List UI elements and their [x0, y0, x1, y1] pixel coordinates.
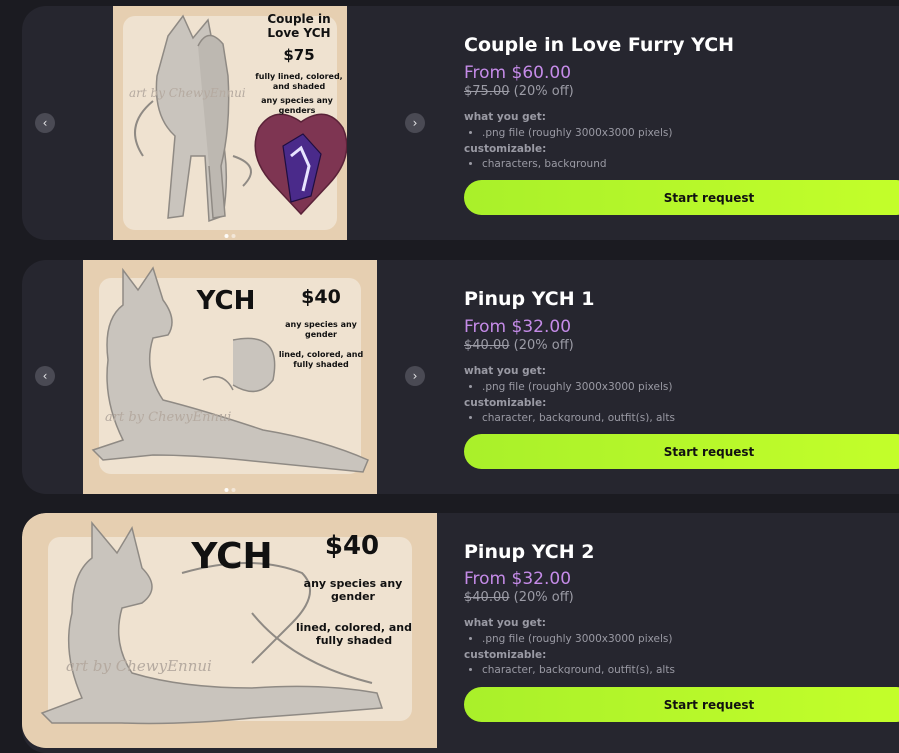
- price-original: $75.00 (20% off): [464, 84, 574, 99]
- art-heading: YCH: [191, 536, 273, 577]
- product-description: what you get: .png file (roughly 3000x30…: [464, 110, 884, 168]
- discount-label: (20% off): [513, 84, 574, 99]
- product-card: YCH $40 any species any gender lined, co…: [22, 513, 899, 753]
- product-price: From $32.00: [464, 569, 572, 589]
- product-image[interactable]: YCH $40 any species any gender lined, co…: [83, 260, 377, 494]
- carousel-dots[interactable]: [224, 488, 236, 492]
- price-original: $40.00 (20% off): [464, 590, 574, 605]
- what-you-get-item: .png file (roughly 3000x3000 pixels): [482, 126, 884, 142]
- product-title[interactable]: Pinup YCH 2: [464, 541, 594, 563]
- what-you-get-label: what you get:: [464, 617, 546, 629]
- carousel-dots[interactable]: [224, 234, 236, 238]
- art-line2: any species any genders: [261, 96, 333, 115]
- product-card: YCH $40 any species any gender lined, co…: [22, 260, 899, 494]
- start-request-button[interactable]: Start request: [464, 434, 899, 469]
- what-you-get-label: what you get:: [464, 111, 546, 123]
- product-image[interactable]: Couple in Love YCH $75 fully lined, colo…: [113, 6, 347, 240]
- discount-label: (20% off): [513, 338, 574, 353]
- watermark: art by ChewyEnnui: [66, 657, 212, 675]
- customizable-item: characters, background: [482, 157, 884, 168]
- customizable-item: character, background, outfit(s), alts: [482, 663, 884, 674]
- what-you-get-item: .png file (roughly 3000x3000 pixels): [482, 632, 884, 648]
- carousel-prev-button[interactable]: ‹: [35, 113, 55, 133]
- product-image[interactable]: YCH $40 any species any gender lined, co…: [22, 513, 437, 748]
- watermark: art by ChewyEnnui: [105, 410, 232, 425]
- art-line1: fully lined, colored, and shaded: [255, 72, 343, 91]
- product-price: From $32.00: [464, 317, 572, 337]
- art-line1: any species any gender: [285, 320, 357, 339]
- art-price: $40: [324, 531, 380, 561]
- customizable-item: character, background, outfit(s), alts: [482, 411, 884, 422]
- product-description: what you get: .png file (roughly 3000x30…: [464, 364, 884, 422]
- art-heading: Couple in Love YCH: [267, 12, 331, 41]
- art-line2: lined, colored, and fully shaded: [278, 350, 364, 369]
- art-price: $40: [301, 286, 341, 308]
- product-price: From $60.00: [464, 63, 572, 83]
- art-heading: YCH: [196, 286, 256, 316]
- customizable-label: customizable:: [464, 142, 547, 155]
- what-you-get-item: .png file (roughly 3000x3000 pixels): [482, 380, 884, 396]
- what-you-get-label: what you get:: [464, 365, 546, 377]
- old-price: $40.00: [464, 338, 510, 353]
- discount-label: (20% off): [513, 590, 574, 605]
- customizable-label: customizable:: [464, 648, 547, 661]
- carousel-next-button[interactable]: ›: [405, 366, 425, 386]
- carousel-prev-button[interactable]: ‹: [35, 366, 55, 386]
- figure-sketch: [134, 14, 347, 223]
- price-original: $40.00 (20% off): [464, 338, 574, 353]
- customizable-label: customizable:: [464, 396, 547, 409]
- product-description: what you get: .png file (roughly 3000x30…: [464, 616, 884, 674]
- start-request-button[interactable]: Start request: [464, 687, 899, 722]
- product-title[interactable]: Pinup YCH 1: [464, 288, 594, 310]
- carousel-next-button[interactable]: ›: [405, 113, 425, 133]
- old-price: $75.00: [464, 84, 510, 99]
- product-card: Couple in Love YCH $75 fully lined, colo…: [22, 6, 899, 240]
- product-title[interactable]: Couple in Love Furry YCH: [464, 34, 734, 56]
- art-line2: lined, colored, and fully shaded: [295, 621, 412, 648]
- art-price: $75: [283, 46, 315, 64]
- watermark: art by ChewyEnnui: [129, 86, 246, 100]
- old-price: $40.00: [464, 590, 510, 605]
- art-line1: any species any gender: [303, 577, 403, 604]
- start-request-button[interactable]: Start request: [464, 180, 899, 215]
